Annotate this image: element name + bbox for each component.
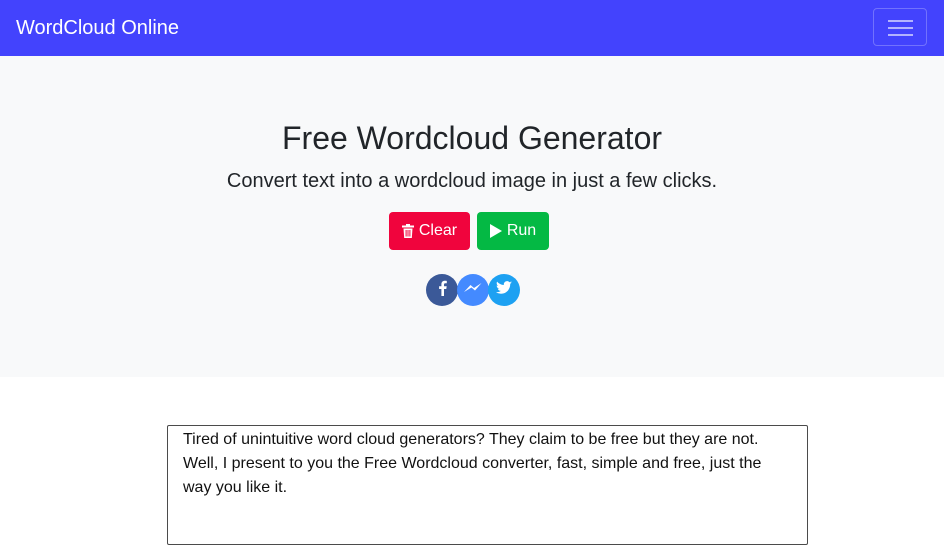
brand-link[interactable]: WordCloud Online xyxy=(16,15,179,41)
run-button-label: Run xyxy=(506,222,537,239)
messenger-icon xyxy=(463,281,483,300)
play-icon xyxy=(489,224,502,238)
hamburger-menu-button[interactable] xyxy=(873,8,927,46)
facebook-share-button[interactable] xyxy=(426,274,458,306)
facebook-icon xyxy=(438,280,447,301)
twitter-share-button[interactable] xyxy=(488,274,520,306)
page-subtitle: Convert text into a wordcloud image in j… xyxy=(226,170,718,192)
trash-icon xyxy=(401,224,414,238)
hero-section: Free Wordcloud Generator Convert text in… xyxy=(0,56,944,377)
page-title: Free Wordcloud Generator xyxy=(281,120,663,156)
clear-button-label: Clear xyxy=(418,222,458,239)
top-navbar: WordCloud Online xyxy=(0,0,944,56)
run-button[interactable]: Run xyxy=(477,212,549,250)
text-input-area[interactable]: Tired of unintuitive word cloud generato… xyxy=(167,425,808,545)
messenger-share-button[interactable] xyxy=(457,274,489,306)
twitter-icon xyxy=(496,280,512,300)
clear-button[interactable]: Clear xyxy=(389,212,470,250)
